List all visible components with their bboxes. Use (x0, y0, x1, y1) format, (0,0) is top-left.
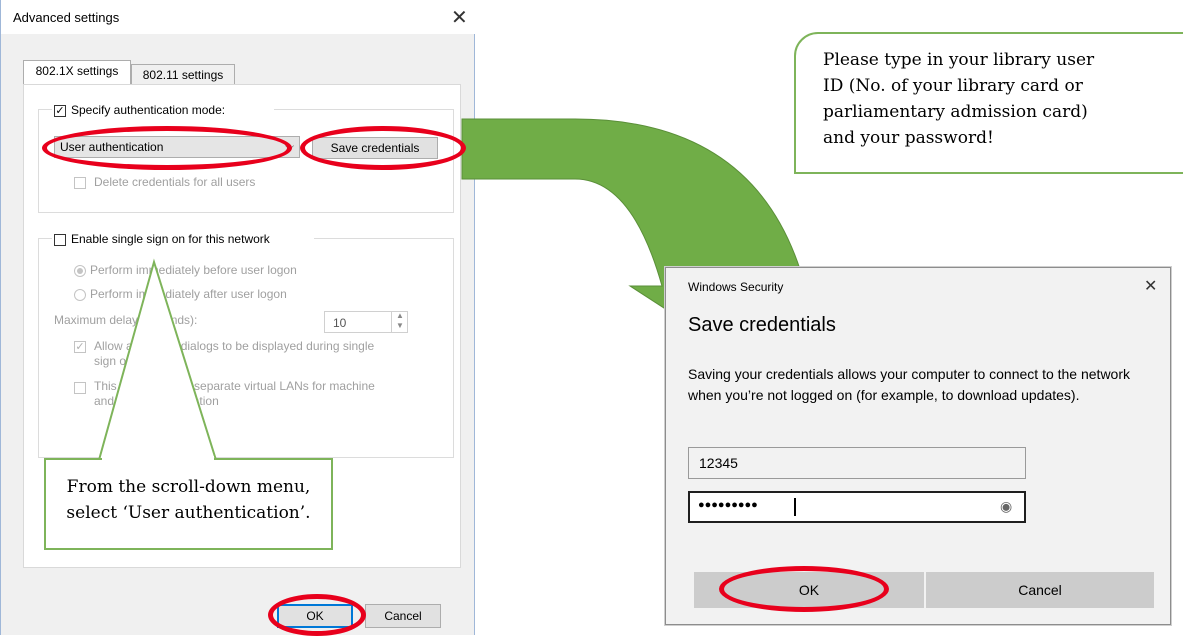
callout-text-line: and your password! (823, 128, 994, 148)
highlight-ring-security-ok (719, 566, 889, 612)
username-value: 12345 (699, 455, 738, 471)
dialog-heading: Save credentials (688, 314, 836, 336)
password-field[interactable]: ●●●●●●●●● ◉ (688, 491, 1026, 523)
text-cursor (794, 498, 796, 516)
dialog-caption: Windows Security (688, 280, 784, 294)
windows-security-dialog: Windows Security ✕ Save credentials Savi… (665, 267, 1171, 625)
highlight-ring-save-credentials (300, 126, 466, 170)
callout-text-line: parliamentary admission card) (823, 102, 1088, 122)
highlight-ring-auth-mode (42, 126, 292, 170)
close-icon[interactable]: ✕ (1144, 278, 1157, 294)
callout-text-line: ID (No. of your library card or (823, 76, 1083, 96)
callout-text-line: select ‘User authentication’. (66, 503, 311, 523)
cancel-button[interactable]: Cancel (926, 572, 1154, 608)
instruction-callout-select: From the scroll-down menu, select ‘User … (44, 458, 333, 550)
username-field[interactable]: 12345 (688, 447, 1026, 479)
dialog-description: Saving your credentials allows your comp… (688, 366, 1131, 403)
callout-text-line: From the scroll-down menu, (66, 477, 311, 497)
reveal-password-icon[interactable]: ◉ (1000, 498, 1012, 515)
password-value: ●●●●●●●●● (698, 499, 758, 511)
highlight-ring-ok (268, 594, 366, 636)
callout-text-line: Please type in your library user (823, 50, 1095, 70)
instruction-callout-credentials: Please type in your library user ID (No.… (794, 32, 1183, 174)
